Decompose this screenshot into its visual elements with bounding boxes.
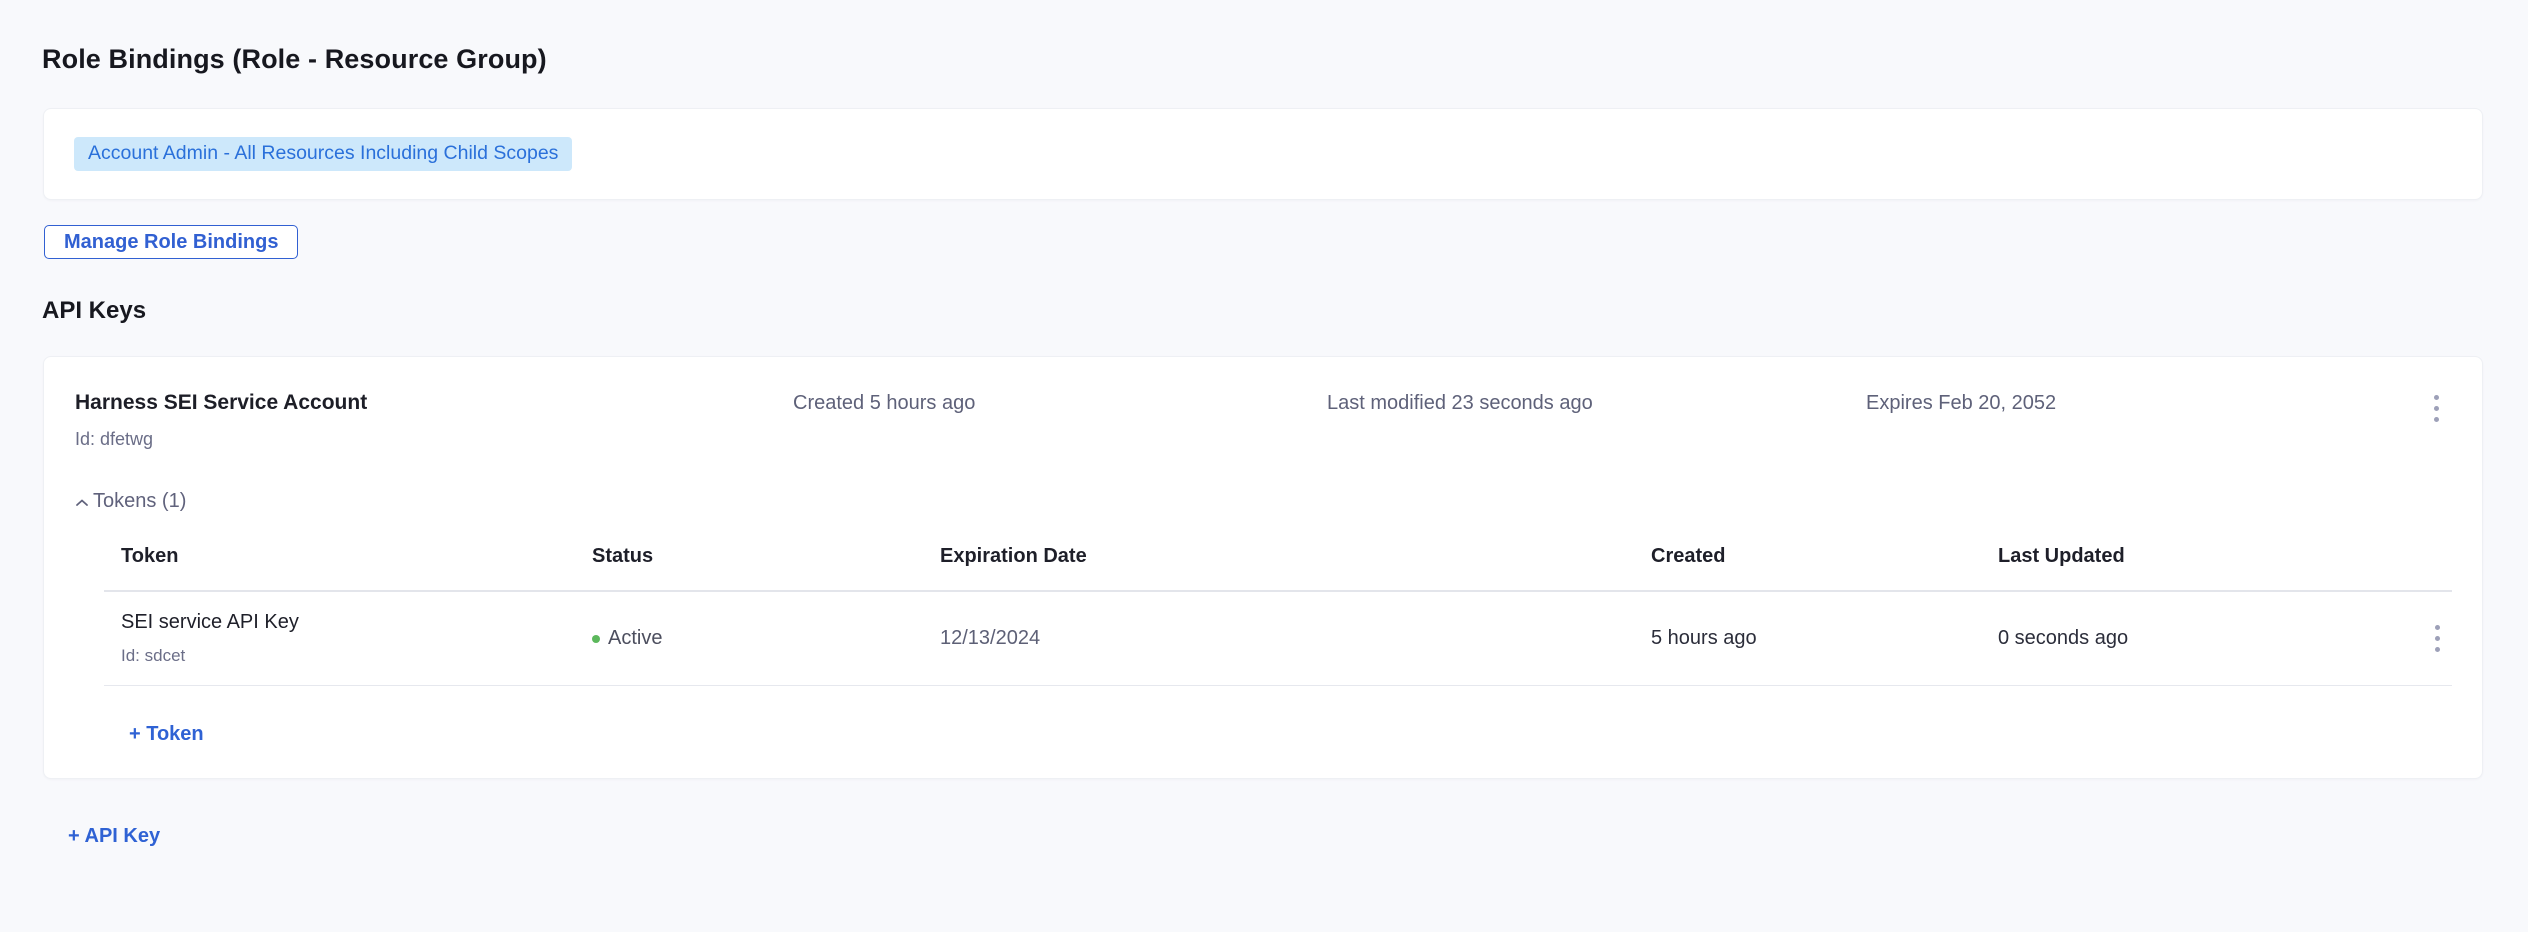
api-key-card-header: Harness SEI Service Account Id: dfetwg C… — [75, 391, 2451, 450]
api-keys-heading: API Keys — [42, 297, 2528, 325]
add-api-key-button[interactable]: + API Key — [68, 825, 160, 848]
api-key-identity: Harness SEI Service Account Id: dfetwg — [75, 391, 793, 450]
token-name: SEI service API Key — [121, 611, 592, 634]
role-bindings-card: Account Admin - All Resources Including … — [43, 108, 2483, 200]
column-header-last-updated: Last Updated — [1998, 545, 2402, 568]
tokens-toggle-label: Tokens (1) — [93, 490, 186, 513]
api-key-name: Harness SEI Service Account — [75, 391, 793, 415]
column-header-expiration: Expiration Date — [940, 545, 1651, 568]
api-key-last-modified: Last modified 23 seconds ago — [1327, 391, 1866, 415]
account-details-page: Role Bindings (Role - Resource Group) Ac… — [0, 44, 2528, 932]
page-title: Role Bindings (Role - Resource Group) — [42, 44, 2528, 75]
column-header-status: Status — [592, 545, 940, 568]
token-table-row: SEI service API Key Id: sdcet Active 12/… — [104, 592, 2452, 686]
api-key-id: Id: dfetwg — [75, 429, 793, 450]
manage-role-bindings-button[interactable]: Manage Role Bindings — [44, 225, 298, 259]
tokens-table: Token Status Expiration Date Created Las… — [104, 527, 2452, 686]
api-key-kebab-menu-icon[interactable] — [2421, 391, 2451, 425]
token-status: Active — [592, 627, 940, 650]
token-created: 5 hours ago — [1651, 627, 1998, 650]
api-key-expires: Expires Feb 20, 2052 — [1866, 391, 2407, 415]
api-key-card: Harness SEI Service Account Id: dfetwg C… — [43, 356, 2483, 779]
chevron-up-icon — [75, 498, 89, 508]
tokens-collapse-toggle[interactable]: Tokens (1) — [75, 490, 186, 513]
role-binding-badge: Account Admin - All Resources Including … — [74, 137, 572, 172]
token-status-label: Active — [608, 627, 662, 650]
token-id: Id: sdcet — [121, 646, 592, 666]
column-header-created: Created — [1651, 545, 1998, 568]
active-status-dot — [592, 635, 600, 643]
token-identity: SEI service API Key Id: sdcet — [121, 611, 592, 666]
add-token-button[interactable]: + Token — [129, 723, 204, 746]
tokens-table-header-row: Token Status Expiration Date Created Las… — [104, 527, 2452, 592]
column-header-token: Token — [121, 545, 592, 568]
token-last-updated: 0 seconds ago — [1998, 627, 2402, 650]
token-expiration-date: 12/13/2024 — [940, 627, 1651, 650]
api-key-created: Created 5 hours ago — [793, 391, 1327, 415]
token-kebab-menu-icon[interactable] — [2422, 622, 2452, 656]
